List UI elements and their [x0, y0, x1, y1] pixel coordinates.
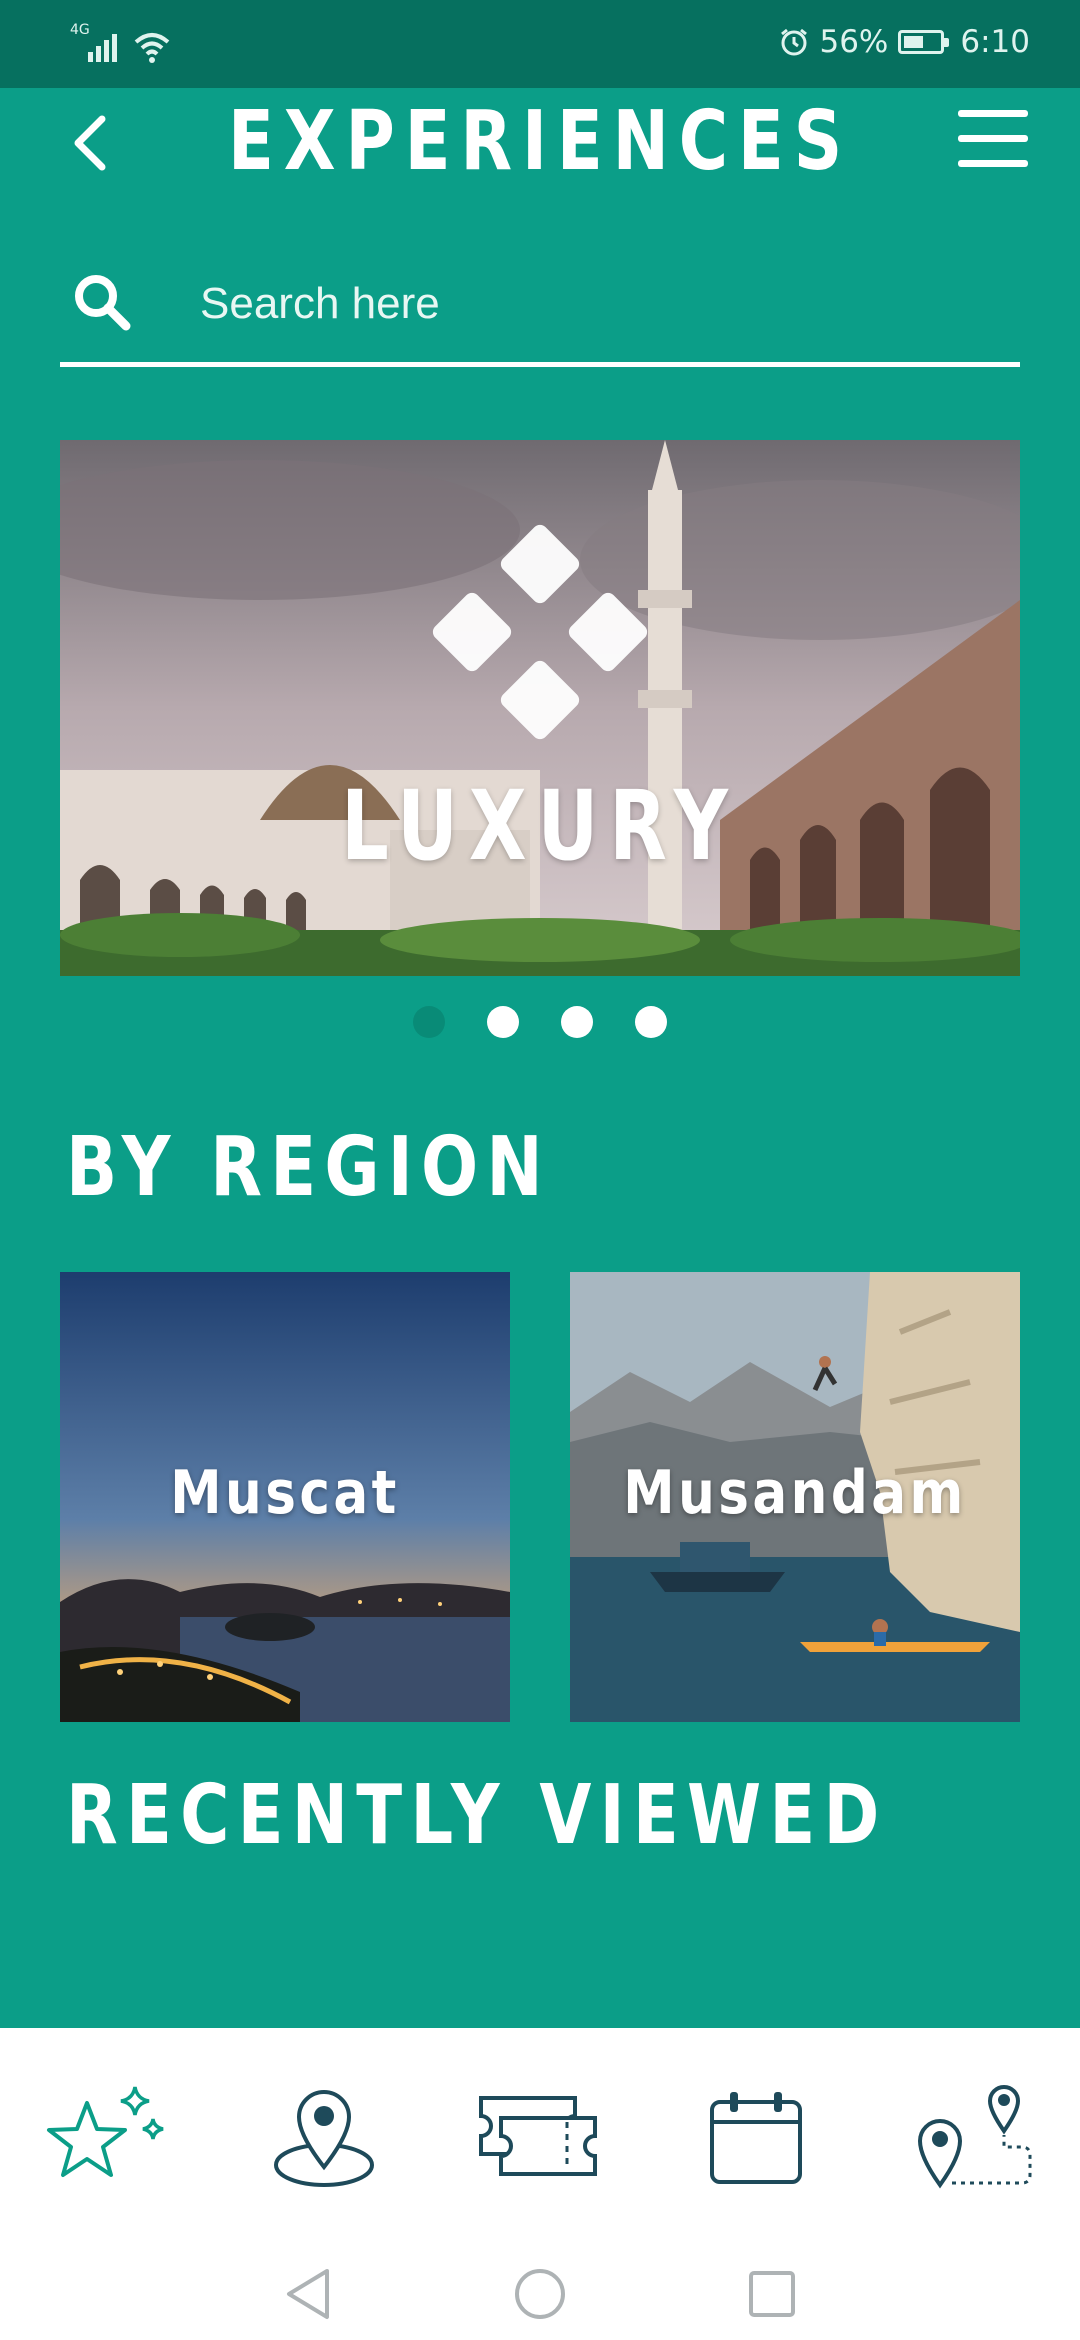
clock: 6:10 — [960, 24, 1030, 60]
search-input[interactable] — [198, 268, 982, 340]
stars-icon — [47, 2086, 164, 2177]
carousel-pagination — [0, 1006, 1080, 1038]
region-card-musandam[interactable]: Musandam — [570, 1272, 1020, 1722]
search-icon[interactable] — [70, 270, 134, 334]
section-title-by-region: BY REGION — [66, 1120, 551, 1215]
alarm-icon — [781, 28, 808, 56]
menu-icon-bar — [958, 135, 1028, 142]
home-circle-icon[interactable] — [513, 2267, 567, 2321]
carousel-slide-title: LUXURY — [341, 770, 739, 882]
bottom-navigation — [0, 2028, 1080, 2248]
battery-icon — [898, 30, 950, 54]
page-title: EXPERIENCES — [228, 94, 852, 189]
tickets-icon — [479, 2096, 597, 2176]
battery-percent: 56% — [819, 24, 889, 60]
region-card-muscat[interactable]: Muscat — [60, 1272, 510, 1722]
nav-item-map[interactable] — [254, 2068, 394, 2208]
calendar-icon — [710, 2092, 802, 2184]
status-right: 56% 6:10 — [779, 24, 1030, 60]
status-bar: 4G 56% 6:10 — [0, 0, 1080, 88]
signal-area: 4G — [70, 22, 172, 64]
experience-carousel[interactable]: LUXURY — [60, 440, 1020, 976]
back-triangle-icon[interactable] — [283, 2267, 333, 2321]
region-label: Muscat — [170, 1458, 400, 1528]
region-label: Musandam — [623, 1458, 967, 1528]
nav-item-calendar[interactable] — [686, 2068, 826, 2208]
map-pin-icon — [274, 2090, 374, 2187]
menu-icon-bar — [958, 160, 1028, 167]
route-icon — [917, 2085, 1032, 2189]
section-title-recently-viewed: RECENTLY VIEWED — [66, 1768, 888, 1863]
carousel-dot[interactable] — [635, 1006, 667, 1038]
recents-square-icon[interactable] — [747, 2269, 797, 2319]
carousel-dot[interactable] — [561, 1006, 593, 1038]
luxury-diamond-icon — [432, 524, 648, 740]
network-type: 4G — [70, 22, 90, 38]
nav-item-tickets[interactable] — [470, 2068, 610, 2208]
nav-item-itinerary[interactable] — [902, 2068, 1042, 2208]
menu-button[interactable] — [958, 110, 1028, 176]
menu-icon-bar — [958, 110, 1028, 117]
search-bar — [60, 250, 1020, 367]
carousel-dot[interactable] — [413, 1006, 445, 1038]
carousel-dot[interactable] — [487, 1006, 519, 1038]
system-navigation-bar — [0, 2248, 1080, 2340]
wifi-icon — [134, 33, 170, 63]
app-header: EXPERIENCES — [0, 88, 1080, 198]
nav-item-experiences[interactable] — [38, 2068, 178, 2208]
